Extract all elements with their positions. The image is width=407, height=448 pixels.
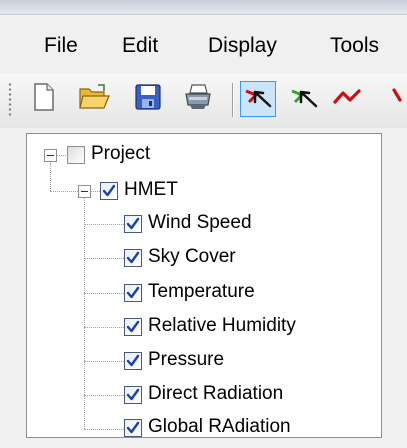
open-button[interactable] [76, 81, 112, 117]
save-button[interactable] [130, 81, 166, 117]
new-document-button[interactable] [26, 81, 62, 117]
menu-file[interactable]: File [44, 34, 78, 58]
tree-item-wind-speed[interactable]: Wind Speed [148, 212, 252, 234]
global-radiation-checkbox[interactable] [124, 419, 142, 437]
red-line-tool-icon-2 [378, 82, 407, 117]
select-arrow-green-icon [289, 82, 319, 117]
select-vertex-button[interactable] [286, 81, 322, 117]
tree-item-project[interactable]: Project [91, 143, 150, 165]
tree-item-temperature[interactable]: Temperature [148, 281, 255, 303]
save-icon [134, 83, 162, 116]
select-arrow-icon [243, 82, 273, 117]
pressure-checkbox[interactable] [124, 352, 142, 370]
open-folder-icon [78, 83, 110, 116]
window-title-strip [0, 0, 407, 15]
temperature-checkbox[interactable] [124, 284, 142, 302]
menu-display[interactable]: Display [208, 34, 277, 58]
wind-speed-checkbox[interactable] [124, 215, 142, 233]
tree-item-sky-cover[interactable]: Sky Cover [148, 246, 236, 268]
tree-item-global-radiation[interactable]: Global RAdiation [148, 416, 291, 438]
tree-item-hmet[interactable]: HMET [124, 179, 178, 201]
menu-edit[interactable]: Edit [122, 34, 158, 58]
toolbar-grip[interactable] [8, 82, 12, 118]
menu-bar: File Edit Display Tools [0, 20, 407, 70]
application-window: File Edit Display Tools Project HMET Win… [0, 0, 407, 448]
toolbar [0, 74, 407, 128]
relative-humidity-checkbox[interactable] [124, 318, 142, 336]
tree-item-pressure[interactable]: Pressure [148, 349, 224, 371]
tree-item-relative-humidity[interactable]: Relative Humidity [148, 315, 296, 337]
line-tool-button-2[interactable] [378, 81, 407, 117]
red-line-tool-icon [333, 82, 367, 117]
hmet-checkbox[interactable] [100, 182, 118, 200]
direct-radiation-checkbox[interactable] [124, 386, 142, 404]
line-tool-button[interactable] [332, 81, 368, 117]
new-document-icon [31, 82, 57, 117]
print-button[interactable] [180, 81, 216, 117]
project-collapse-toggle[interactable] [44, 149, 57, 162]
sky-cover-checkbox[interactable] [124, 249, 142, 267]
toolbar-separator [232, 83, 234, 117]
print-icon [183, 83, 213, 116]
select-tool-button[interactable] [240, 81, 276, 117]
layer-tree-panel: Project HMET Wind Speed Sky Cover Temper… [26, 133, 382, 438]
menu-tools[interactable]: Tools [330, 34, 379, 58]
project-checkbox[interactable] [67, 146, 85, 164]
tree-item-direct-radiation[interactable]: Direct Radiation [148, 383, 283, 405]
